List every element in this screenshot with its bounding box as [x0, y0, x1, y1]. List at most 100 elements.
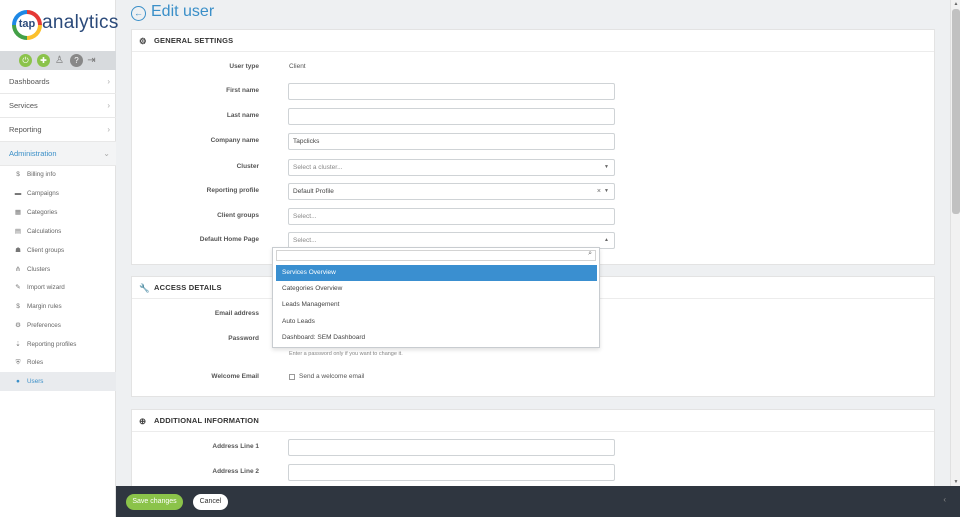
- calculator-icon: ▤: [14, 228, 22, 235]
- address-line-1-label: Address Line 1: [212, 443, 259, 450]
- last-name-label: Last name: [226, 112, 259, 119]
- cogs-icon: ⚙: [15, 322, 21, 329]
- client-groups-select[interactable]: Select...: [288, 208, 615, 225]
- chevron-right-icon: ›: [107, 125, 110, 134]
- dropdown-option[interactable]: Leads Management: [276, 297, 597, 313]
- address-line-2-field[interactable]: [288, 464, 615, 481]
- sidebar-item-label: Roles: [27, 359, 44, 366]
- cluster-label: Cluster: [236, 163, 259, 170]
- home-page-dropdown: ⌕ Services Overview Categories Overview …: [272, 247, 600, 348]
- sidebar-item-categories[interactable]: ▦ Categories: [0, 203, 116, 222]
- wrench-icon: 🔧: [139, 283, 150, 293]
- sidebar-item-label: Reporting profiles: [27, 341, 77, 348]
- first-name-field[interactable]: [288, 83, 615, 100]
- user-type-value: Client: [289, 63, 306, 70]
- welcome-email-checkbox[interactable]: [289, 374, 295, 380]
- plus-circle-icon: ⊕: [139, 416, 147, 426]
- welcome-email-label: Welcome Email: [211, 373, 259, 380]
- panel-header: ⊕ ADDITIONAL INFORMATION: [132, 410, 934, 432]
- sidebar-item-import-wizard[interactable]: ✎ Import wizard: [0, 278, 116, 297]
- nav-label: Reporting: [9, 125, 42, 134]
- dropdown-option[interactable]: Services Overview: [276, 265, 597, 281]
- sidebar-item-label: Calculations: [27, 228, 62, 235]
- dropdown-option[interactable]: Categories Overview: [276, 281, 597, 297]
- sidebar-item-label: Categories: [27, 209, 58, 216]
- quick-icon-bar: ⏻ ✚ ♙ ? ⇥: [0, 51, 116, 70]
- address-line-1-field[interactable]: [288, 439, 615, 456]
- user-icon: ●: [16, 378, 20, 385]
- welcome-email-check-label[interactable]: Send a welcome email: [299, 373, 364, 380]
- page-scrollbar[interactable]: ▲ ▼: [950, 0, 960, 486]
- user-icon[interactable]: ♙: [53, 54, 66, 67]
- help-icon[interactable]: ?: [70, 54, 83, 67]
- sidebar-item-label: Clusters: [27, 266, 51, 273]
- dropdown-search-input[interactable]: ⌕: [276, 250, 596, 261]
- cluster-select[interactable]: Select a cluster... ▼: [288, 159, 615, 176]
- sidebar-item-reporting-profiles[interactable]: ⇣ Reporting profiles: [0, 335, 116, 354]
- scrollbar-thumb[interactable]: [952, 9, 960, 214]
- clear-icon[interactable]: ×: [597, 184, 601, 199]
- main-content: ← Edit user ⚙ GENERAL SETTINGS User type…: [116, 0, 950, 486]
- logout-icon[interactable]: ⇥: [85, 54, 98, 67]
- sidebar: tap analytics ⏻ ✚ ♙ ? ⇥ Dashboards › Ser…: [0, 0, 118, 517]
- panel-title: GENERAL SETTINGS: [154, 36, 234, 45]
- sidebar-item-label: Campaigns: [27, 190, 59, 197]
- shield-icon: ⛨: [15, 359, 21, 366]
- app-logo[interactable]: tap analytics: [12, 10, 118, 42]
- address-line-2-label: Address Line 2: [212, 468, 259, 475]
- action-bar: Save changes Cancel ‹: [116, 486, 960, 517]
- power-icon[interactable]: ⏻: [19, 54, 32, 67]
- sidebar-item-label: Client groups: [27, 247, 65, 254]
- dropdown-option[interactable]: Auto Leads: [276, 314, 597, 330]
- company-name-field[interactable]: Tapclicks: [288, 133, 615, 150]
- download-icon: ⇣: [15, 341, 21, 348]
- back-button[interactable]: ←: [131, 6, 146, 21]
- caret-up-icon: ▲: [604, 237, 609, 243]
- chevron-right-icon: ›: [107, 77, 110, 86]
- save-changes-button[interactable]: Save changes: [126, 494, 183, 510]
- sidebar-item-label: Margin rules: [27, 303, 62, 310]
- grid-icon: ▦: [14, 209, 22, 216]
- dollar-icon: $: [16, 171, 20, 178]
- nav-dashboards[interactable]: Dashboards ›: [0, 70, 116, 94]
- sidebar-item-clusters[interactable]: ⋔ Clusters: [0, 260, 116, 279]
- chevron-left-icon[interactable]: ‹: [943, 495, 946, 504]
- home-page-placeholder: Select...: [293, 237, 317, 244]
- dollar-icon: $: [16, 303, 20, 310]
- sidebar-item-campaigns[interactable]: ▬ Campaigns: [0, 184, 116, 203]
- search-icon: ⌕: [588, 250, 592, 257]
- nav-administration[interactable]: Administration ⌄: [0, 142, 116, 166]
- nav-label: Administration: [9, 149, 57, 158]
- sidebar-item-label: Users: [27, 378, 44, 385]
- magic-icon: ✎: [15, 284, 21, 291]
- last-name-field[interactable]: [288, 108, 615, 125]
- cancel-button[interactable]: Cancel: [193, 494, 228, 510]
- nav-services[interactable]: Services ›: [0, 94, 116, 118]
- reporting-profile-select[interactable]: Default Profile × ▼: [288, 183, 615, 200]
- sidebar-item-margin-rules[interactable]: $ Margin rules: [0, 297, 116, 316]
- sidebar-item-client-groups[interactable]: ☗ Client groups: [0, 241, 116, 260]
- dropdown-option[interactable]: Dashboard: SEM Dashboard: [276, 330, 597, 346]
- nav-reporting[interactable]: Reporting ›: [0, 118, 116, 142]
- panel-title: ADDITIONAL INFORMATION: [154, 416, 259, 425]
- sidebar-item-preferences[interactable]: ⚙ Preferences: [0, 316, 116, 335]
- reporting-profile-value: Default Profile: [293, 188, 334, 195]
- gear-icon: ⚙: [139, 36, 147, 46]
- sidebar-item-label: Preferences: [27, 322, 61, 329]
- scroll-up-icon[interactable]: ▲: [951, 0, 960, 8]
- sidebar-item-label: Billing info: [27, 171, 56, 178]
- nav-label: Services: [9, 101, 38, 110]
- panel-header: ⚙ GENERAL SETTINGS: [132, 30, 934, 52]
- sidebar-item-billing-info[interactable]: $ Billing info: [0, 165, 116, 184]
- scroll-down-icon[interactable]: ▼: [951, 478, 960, 486]
- sidebar-item-roles[interactable]: ⛨ Roles: [0, 353, 116, 372]
- client-groups-label: Client groups: [217, 212, 259, 219]
- company-name-label: Company name: [210, 137, 259, 144]
- email-label: Email address: [214, 310, 259, 317]
- sidebar-item-calculations[interactable]: ▤ Calculations: [0, 222, 116, 241]
- first-name-label: First name: [226, 87, 259, 94]
- chevron-down-icon: ⌄: [103, 149, 110, 158]
- briefcase-icon: ▬: [14, 190, 22, 197]
- sidebar-item-users[interactable]: ● Users: [0, 372, 116, 391]
- puzzle-icon[interactable]: ✚: [37, 54, 50, 67]
